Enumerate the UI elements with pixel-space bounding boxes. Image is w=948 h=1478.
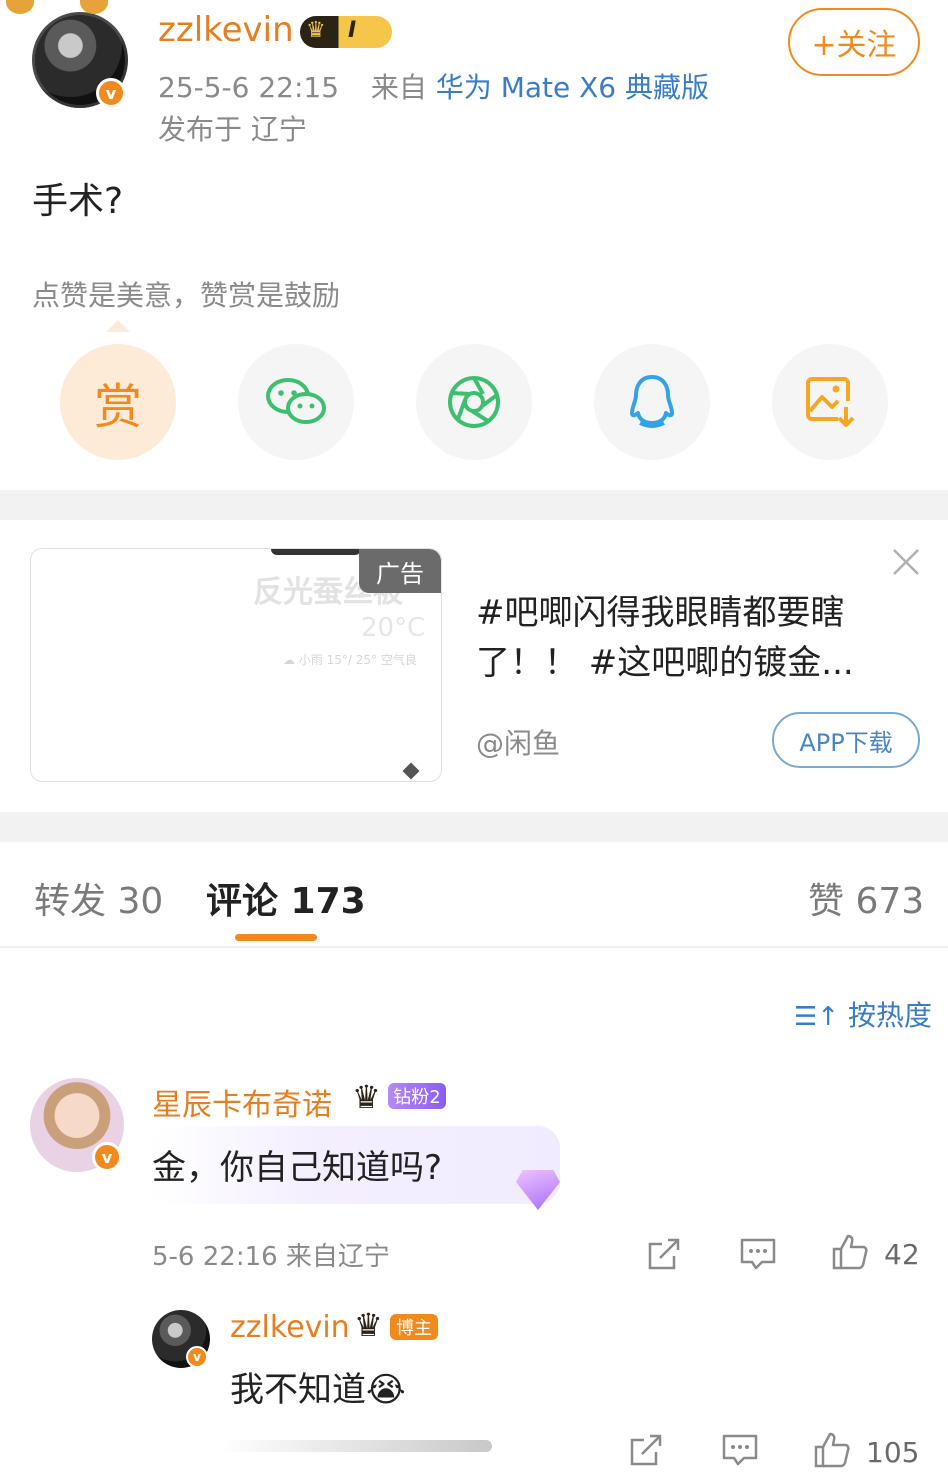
active-tab-indicator bbox=[235, 934, 317, 941]
app-download-button[interactable]: APP下载 bbox=[772, 712, 920, 768]
ad-tag: 广告 bbox=[359, 549, 441, 593]
verified-icon: v bbox=[96, 78, 126, 108]
comment-share-button[interactable] bbox=[646, 1236, 682, 1272]
author-name[interactable]: zzlkevin bbox=[158, 10, 294, 50]
ad-image-top-shape bbox=[271, 549, 361, 555]
ad-close-button[interactable] bbox=[888, 544, 924, 580]
post-time: 25-5-6 22:15 bbox=[158, 71, 340, 104]
ad-image-corner-mark bbox=[402, 762, 420, 780]
wechat-icon bbox=[266, 378, 326, 424]
ad-title[interactable]: #吧唧闪得我眼睛都要瞎了！！ #这吧唧的镀金... bbox=[476, 588, 876, 688]
avatar-decoration bbox=[6, 0, 116, 20]
tab-likes[interactable]: 赞 673 bbox=[808, 872, 924, 924]
member-level: I bbox=[348, 18, 357, 43]
post-content: 手术? bbox=[32, 181, 124, 222]
commenter-verified-icon: v bbox=[92, 1142, 122, 1172]
reply-like-count: 105 bbox=[866, 1436, 920, 1469]
tab-comments[interactable]: 评论 173 bbox=[206, 872, 366, 924]
crown-icon: ♛ bbox=[306, 18, 326, 43]
save-image-icon bbox=[806, 377, 855, 427]
ad-image-text-3: ☁ 小雨 15°/ 25° 空气良 bbox=[283, 653, 417, 667]
reward-tip: 点赞是美意，赞赏是鼓励 bbox=[32, 279, 341, 312]
post-location: 发布于 辽宁 bbox=[158, 113, 307, 146]
commenter-crown-icon: ♛ bbox=[352, 1078, 381, 1116]
reply-crown-icon: ♛ bbox=[354, 1306, 383, 1344]
tip-pointer bbox=[106, 320, 130, 332]
reply-icon bbox=[740, 1238, 776, 1270]
reply-comment-icon bbox=[722, 1434, 758, 1466]
post-meta: 25-5-6 22:15 来自 华为 Mate X6 典藏版 bbox=[158, 66, 709, 106]
share-moments-button[interactable] bbox=[416, 344, 532, 460]
qq-icon bbox=[630, 375, 674, 428]
reply-thumbs-up-icon bbox=[814, 1432, 850, 1468]
comment-meta: 5-6 22:16 来自辽宁 bbox=[152, 1242, 390, 1272]
reply-share-icon bbox=[630, 1434, 662, 1466]
close-icon bbox=[893, 549, 919, 575]
reply-text: 我不知道😭 bbox=[230, 1370, 406, 1410]
reply-comment-button[interactable] bbox=[720, 1432, 760, 1468]
reward-label: 赏 bbox=[93, 379, 142, 435]
fan-level-badge[interactable]: 钻粉2 bbox=[388, 1083, 446, 1109]
section-gap-1 bbox=[0, 490, 948, 520]
comment-like-count: 42 bbox=[884, 1238, 920, 1271]
reply-share-button[interactable] bbox=[628, 1432, 664, 1468]
share-icon bbox=[648, 1238, 680, 1270]
member-crown-badge[interactable]: ♛ I bbox=[300, 16, 392, 48]
device-link[interactable]: 华为 Mate X6 典藏版 bbox=[436, 71, 709, 104]
gem-icon bbox=[516, 1170, 560, 1210]
share-qq-button[interactable] bbox=[594, 344, 710, 460]
ad-source[interactable]: @闲鱼 bbox=[476, 722, 560, 762]
reply-like-button[interactable] bbox=[812, 1430, 852, 1470]
comment-text: 金，你自己知道吗? bbox=[152, 1148, 443, 1188]
follow-button[interactable]: +关注 bbox=[788, 8, 920, 76]
ad-image-text-2: 20°C bbox=[361, 613, 426, 643]
share-wechat-button[interactable] bbox=[238, 344, 354, 460]
section-gap-2 bbox=[0, 812, 948, 842]
source-prefix: 来自 bbox=[370, 71, 427, 104]
commenter-name[interactable]: 星辰卡布奇诺 bbox=[152, 1080, 332, 1124]
sort-label: 按热度 bbox=[848, 999, 933, 1032]
save-image-button[interactable] bbox=[772, 344, 888, 460]
sort-hot-button[interactable]: ☰↑ 按热度 bbox=[794, 994, 932, 1034]
reply-author-name[interactable]: zzlkevin bbox=[230, 1310, 350, 1345]
reply-verified-icon: v bbox=[186, 1346, 208, 1368]
tab-repost[interactable]: 转发 30 bbox=[34, 872, 163, 924]
ad-image[interactable]: 反光蚕丝被 20°C ☁ 小雨 15°/ 25° 空气良 广告 bbox=[30, 548, 442, 782]
comment-like-button[interactable] bbox=[830, 1232, 870, 1272]
moments-icon bbox=[448, 376, 500, 428]
comment-reply-button[interactable] bbox=[738, 1236, 778, 1272]
reward-button[interactable]: 赏 bbox=[60, 344, 176, 460]
tabs-divider bbox=[0, 946, 948, 948]
blurred-meta bbox=[220, 1440, 492, 1452]
thumbs-up-icon bbox=[832, 1234, 868, 1270]
sort-icon: ☰↑ bbox=[794, 1002, 840, 1032]
blogger-badge: 博主 bbox=[390, 1314, 438, 1340]
